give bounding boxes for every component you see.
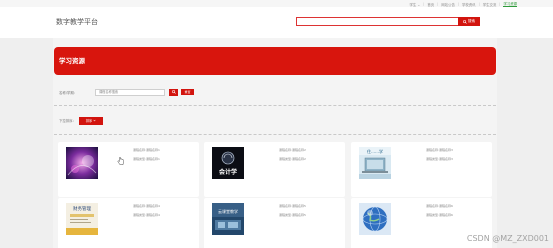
sort-button-label: 排序 — [85, 119, 93, 123]
course-type: 课程类型:课程名称2 — [279, 157, 306, 161]
nav-separator: | — [437, 2, 439, 6]
nav-student-forum[interactable]: 学生交流 — [483, 2, 497, 7]
page-title: 学习资源 — [59, 57, 85, 65]
filter-row: 名称/学期： 课程名称搜索 重置 — [59, 88, 194, 96]
thumb-label: 云课堂教学 — [218, 208, 238, 214]
thumb-book-icon: 财务管理 — [66, 203, 98, 235]
nav-separator: | — [499, 2, 501, 6]
course-meta: 课程名称:课程名称4 课程类型:课程名称4 — [133, 204, 160, 222]
nav-announcements[interactable]: 网站公告 — [441, 2, 455, 7]
main-panel: 学习资源 名称/学期： 课程名称搜索 重置 下拉排序： 排序 课程名称:课程名称… — [53, 38, 497, 248]
course-name: 课程名称:课程名称5 — [279, 204, 306, 208]
course-name: 课程名称:课程名称1 — [133, 148, 160, 152]
course-thumbnail[interactable]: 住……学 — [359, 147, 391, 179]
thumb-purple-abstract-icon — [66, 147, 98, 179]
course-type: 课程类型:课程名称4 — [133, 213, 160, 217]
course-meta: 课程名称:课程名称5 课程类型:课程名称5 — [279, 204, 306, 222]
course-type: 课程类型:课程名称3 — [426, 157, 453, 161]
course-meta: 课程名称:课程名称2 课程类型:课程名称2 — [279, 148, 306, 166]
thumb-laptop-icon: 住……学 — [359, 147, 391, 179]
thumb-globe-icon — [359, 203, 391, 235]
thumb-classroom-icon: 云课堂教学 — [212, 203, 244, 235]
course-thumbnail[interactable]: 财务管理 — [66, 203, 98, 235]
course-name: 课程名称:课程名称2 — [279, 148, 306, 152]
course-thumbnail[interactable] — [66, 147, 98, 179]
course-card[interactable]: 财务管理 课程名称:课程名称4 课程类型:课程名称4 — [58, 198, 199, 248]
search-icon — [171, 90, 176, 94]
course-name: 课程名称:课程名称4 — [133, 204, 160, 208]
nav-separator: | — [423, 2, 425, 6]
course-card[interactable]: 住……学 课程名称:课程名称3 课程类型:课程名称3 — [351, 142, 492, 197]
section-divider — [54, 105, 496, 106]
course-name-search-input[interactable]: 课程名称搜索 — [95, 88, 165, 96]
course-name: 课程名称:课程名称3 — [426, 148, 453, 152]
sort-label: 下拉排序： — [59, 119, 76, 123]
site-header: 数字教学平台 搜索 — [0, 7, 553, 38]
thumb-accounting-icon: 会计学 — [212, 147, 244, 179]
nav-home[interactable]: 首页 — [427, 2, 434, 7]
course-thumbnail[interactable]: 云课堂教学 — [212, 203, 244, 235]
course-meta: 课程名称:课程名称6 课程类型:课程名称6 — [426, 204, 453, 222]
site-search-button-label: 搜索 — [467, 19, 476, 23]
site-search-button[interactable]: 搜索 — [458, 17, 480, 26]
course-thumbnail[interactable] — [359, 203, 391, 235]
watermark: CSDN @MZ_ZXD001 — [466, 234, 549, 243]
site-brand[interactable]: 数字教学平台 — [56, 17, 98, 27]
thumb-label: 财务管理 — [73, 205, 91, 212]
search-icon — [463, 19, 467, 24]
nav-separator: | — [457, 2, 459, 6]
course-card[interactable]: 云课堂教学 课程名称:课程名称5 课程类型:课程名称5 — [204, 198, 345, 248]
filter-label: 名称/学期： — [59, 90, 78, 95]
course-card[interactable]: 课程名称:课程名称1 课程类型:课程名称1 — [58, 142, 199, 197]
course-thumbnail[interactable]: 会计学 — [212, 147, 244, 179]
section-divider — [54, 134, 496, 135]
chevron-down-icon — [93, 119, 96, 122]
course-type: 课程类型:课程名称1 — [133, 157, 160, 161]
course-name: 课程名称:课程名称6 — [426, 204, 453, 208]
filter-reset-button[interactable]: 重置 — [181, 89, 194, 95]
course-card[interactable]: 会计学 课程名称:课程名称2 课程类型:课程名称2 — [204, 142, 345, 197]
top-nav-bar: 学生 ⌄ | 首页 | 网站公告 | 学校资讯 | 学生交流 | 学习资源 — [0, 0, 553, 7]
filter-search-button[interactable] — [169, 88, 178, 96]
course-type: 课程类型:课程名称6 — [426, 213, 453, 217]
thumb-label: 会计学 — [219, 168, 237, 176]
site-search-input[interactable]: 搜索 — [296, 17, 480, 26]
course-meta: 课程名称:课程名称1 课程类型:课程名称1 — [133, 148, 160, 166]
page-title-banner: 学习资源 — [54, 47, 496, 75]
nav-school-news[interactable]: 学校资讯 — [462, 2, 476, 7]
sort-dropdown-button[interactable]: 排序 — [78, 116, 103, 125]
sort-row: 下拉排序： 排序 — [59, 116, 103, 125]
course-meta: 课程名称:课程名称3 课程类型:课程名称3 — [426, 148, 453, 166]
thumb-label: 住……学 — [367, 148, 383, 154]
course-type: 课程类型:课程名称5 — [279, 213, 306, 217]
nav-user-menu[interactable]: 学生 ⌄ — [409, 2, 420, 7]
nav-separator: | — [478, 2, 480, 6]
hand-cursor-icon — [117, 157, 124, 165]
